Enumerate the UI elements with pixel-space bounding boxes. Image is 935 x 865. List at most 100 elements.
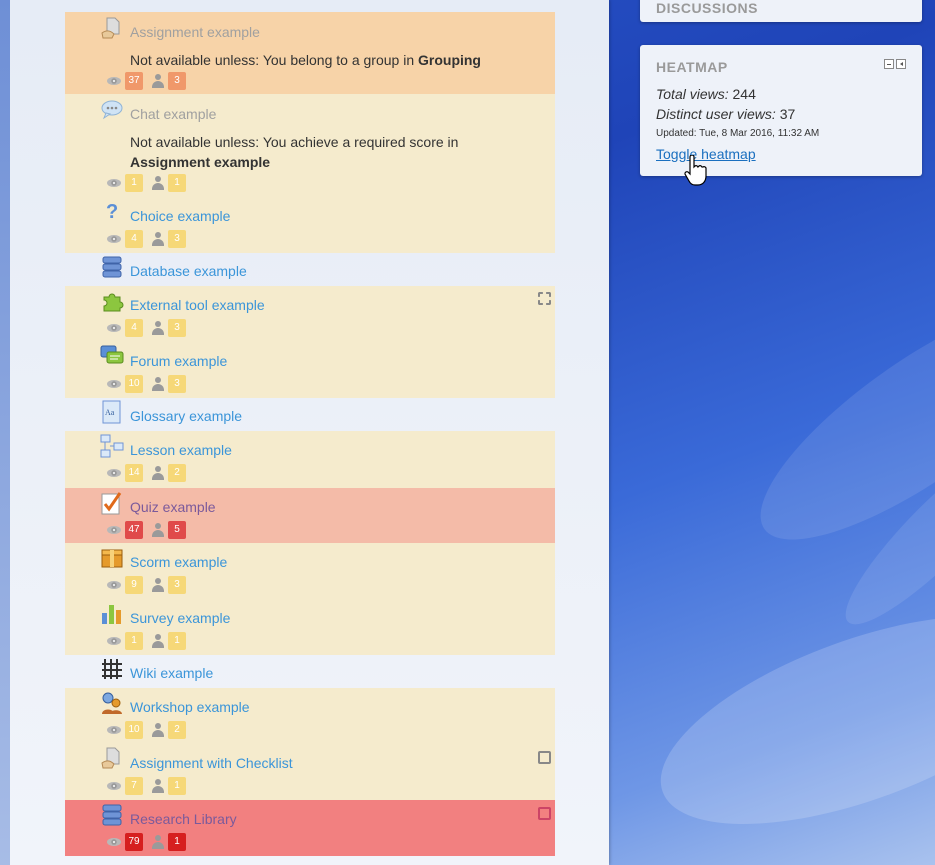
heatmap-badges: 9 3 (107, 576, 186, 594)
activity-link[interactable]: Scorm example (130, 554, 227, 570)
users-badge: 1 (168, 174, 186, 192)
eye-icon (107, 838, 121, 846)
completion-checkbox[interactable] (538, 292, 551, 305)
activity-link[interactable]: Survey example (130, 610, 230, 626)
assignment-icon (101, 17, 120, 39)
eye-icon (107, 179, 121, 187)
total-views: Total views: 244 (656, 86, 756, 102)
distinct-user-views: Distinct user views: 37 (656, 106, 796, 122)
block-title: DISCUSSIONS (656, 0, 758, 16)
users-badge: 2 (168, 464, 186, 482)
hand-cursor-icon (684, 155, 707, 186)
activity-row-quiz: Quiz example 47 5 (65, 488, 555, 543)
users-badge: 1 (168, 632, 186, 650)
activity-link[interactable]: Wiki example (130, 665, 213, 681)
user-icon (152, 377, 164, 391)
heatmap-badges: 4 3 (107, 319, 186, 337)
heatmap-badges: 37 3 (107, 72, 186, 90)
survey-icon (102, 605, 121, 624)
activity-group-workshop-checklist: Workshop example 10 2 Assignment with Ch… (65, 688, 555, 800)
user-icon (152, 321, 164, 335)
views-badge: 1 (125, 174, 143, 192)
users-badge: 5 (168, 521, 186, 539)
users-badge: 3 (168, 72, 186, 90)
activity-link[interactable]: Lesson example (130, 442, 232, 458)
activity-link[interactable]: Database example (130, 263, 247, 279)
heatmap-badges: 4 3 (107, 230, 186, 248)
choice-icon: ? (106, 201, 118, 223)
users-badge: 3 (168, 375, 186, 393)
eye-icon (107, 235, 121, 243)
views-badge: 14 (125, 464, 143, 482)
views-badge: 7 (125, 777, 143, 795)
views-badge: 1 (125, 632, 143, 650)
completion-checkbox[interactable] (538, 807, 551, 820)
heatmap-badges: 10 2 (107, 721, 186, 739)
eye-icon (107, 380, 121, 388)
svg-text:?: ? (106, 201, 118, 223)
eye-icon (107, 726, 121, 734)
activity-link[interactable]: Workshop example (130, 699, 250, 715)
heatmap-badges: 14 2 (107, 464, 186, 482)
eye-icon (107, 526, 121, 534)
activity-row-lesson: Lesson example 14 2 (65, 431, 555, 488)
user-icon (152, 74, 164, 88)
activity-row-assignment: Assignment example Not available unless:… (65, 12, 555, 94)
glossary-icon: Aa (102, 400, 121, 424)
forum-icon (100, 345, 124, 364)
activity-row-glossary: Aa Glossary example (65, 398, 555, 431)
heatmap-badges: 79 1 (107, 833, 186, 851)
activity-link[interactable]: Glossary example (130, 408, 242, 424)
eye-icon (107, 324, 121, 332)
heatmap-badges: 1 1 (107, 174, 186, 192)
activity-link[interactable]: Chat example (130, 106, 216, 122)
quiz-icon (101, 492, 122, 515)
discussions-block: DISCUSSIONS (640, 0, 922, 22)
user-icon (152, 523, 164, 537)
course-content-panel: Assignment example Not available unless:… (0, 0, 609, 865)
activity-list: Assignment example Not available unless:… (65, 12, 555, 856)
activity-group-scorm-survey: Scorm example 9 3 Survey example 1 1 (65, 543, 555, 655)
users-badge: 3 (168, 230, 186, 248)
users-badge: 3 (168, 319, 186, 337)
block-controls (884, 59, 906, 69)
minimize-icon[interactable] (884, 59, 894, 69)
restriction-text: Not available unless: You achieve a requ… (130, 134, 459, 170)
completion-checkbox[interactable] (538, 751, 551, 764)
user-icon (152, 634, 164, 648)
activity-row-wiki: Wiki example (65, 655, 555, 688)
views-badge: 10 (125, 375, 143, 393)
eye-icon (107, 469, 121, 477)
lesson-icon (100, 434, 124, 458)
chat-icon (101, 100, 123, 120)
panel-edge (0, 0, 10, 865)
heatmap-badges: 7 1 (107, 777, 186, 795)
activity-link[interactable]: Quiz example (130, 499, 216, 515)
activity-group-chat-choice: Chat example Not available unless: You a… (65, 94, 555, 253)
user-icon (152, 466, 164, 480)
activity-row-research-library: Research Library 79 1 (65, 800, 555, 856)
activity-link[interactable]: External tool example (130, 297, 265, 313)
updated-timestamp: Updated: Tue, 8 Mar 2016, 11:32 AM (656, 128, 820, 139)
users-badge: 3 (168, 576, 186, 594)
workshop-icon (102, 692, 122, 714)
views-badge: 10 (125, 721, 143, 739)
dock-icon[interactable] (896, 59, 906, 69)
user-icon (152, 232, 164, 246)
user-icon (152, 578, 164, 592)
database-icon (102, 256, 122, 278)
heatmap-badges: 1 1 (107, 632, 186, 650)
activity-row-database: Database example (65, 253, 555, 286)
activity-link[interactable]: Choice example (130, 208, 230, 224)
eye-icon (107, 782, 121, 790)
user-icon (152, 779, 164, 793)
views-badge: 9 (125, 576, 143, 594)
scorm-icon (101, 549, 123, 568)
svg-text:Aa: Aa (105, 408, 115, 417)
external-tool-icon (103, 293, 124, 312)
activity-link[interactable]: Forum example (130, 353, 227, 369)
eye-icon (107, 637, 121, 645)
activity-link[interactable]: Assignment with Checklist (130, 755, 293, 771)
activity-link[interactable]: Assignment example (130, 24, 260, 40)
activity-link[interactable]: Research Library (130, 811, 237, 827)
